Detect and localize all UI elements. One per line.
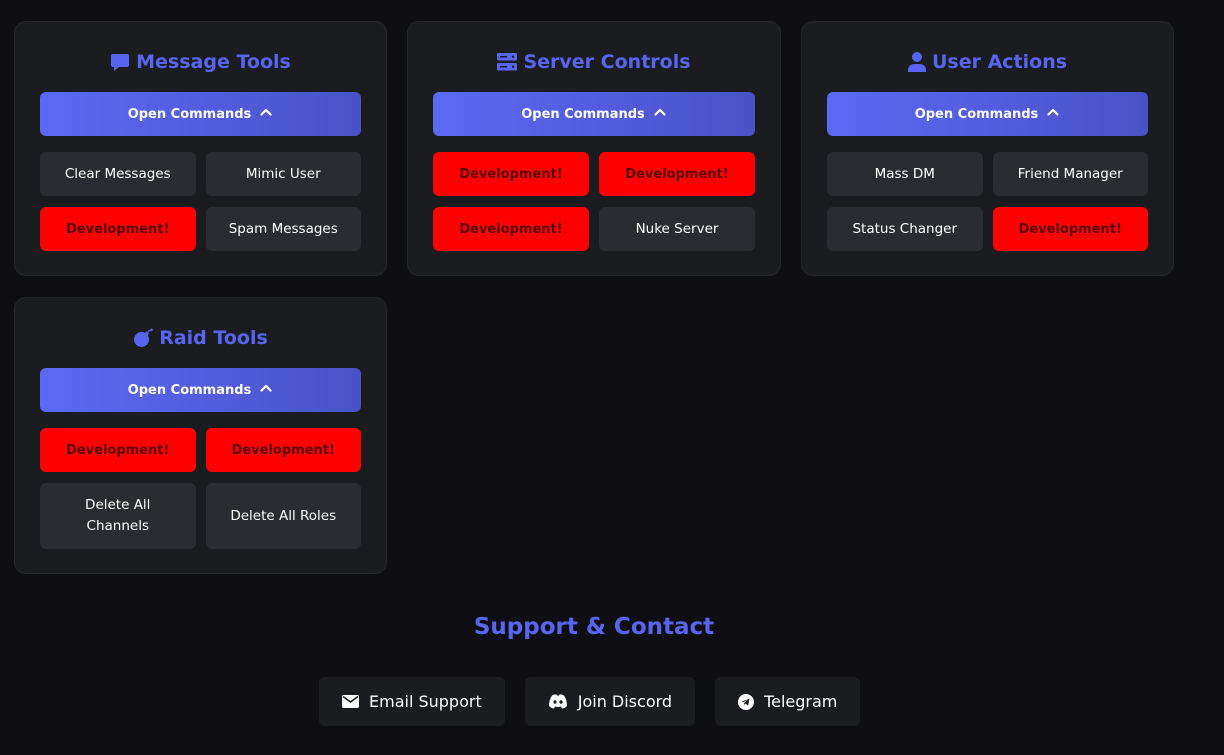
development-button[interactable]: Development! (40, 428, 196, 472)
email-support-label: Email Support (369, 692, 482, 711)
support-title: Support & Contact (473, 614, 715, 640)
chevron-up-icon (1046, 105, 1060, 123)
card-title-text: User Actions (931, 51, 1068, 73)
bomb-icon (133, 328, 154, 348)
chevron-up-icon (653, 105, 667, 123)
delete-all-channels-button[interactable]: Delete All Channels (40, 483, 196, 549)
card-title: Server Controls (433, 48, 755, 76)
telegram-button[interactable]: Telegram (715, 677, 861, 726)
command-list: Development! Development! Development! N… (433, 152, 755, 251)
card-title-text: Raid Tools (159, 327, 268, 349)
open-commands-label: Open Commands (521, 106, 645, 122)
tools-grid: Message Tools Open Commands Clear Messag… (14, 21, 1174, 574)
contact-buttons: Email Support Join Discord Telegram (319, 677, 861, 726)
chevron-up-icon (259, 381, 273, 399)
status-changer-button[interactable]: Status Changer (827, 207, 983, 251)
command-list: Clear Messages Mimic User Development! S… (40, 152, 361, 251)
user-icon (907, 52, 926, 72)
nuke-server-button[interactable]: Nuke Server (599, 207, 755, 251)
development-button[interactable]: Development! (433, 207, 589, 251)
server-icon (497, 53, 518, 71)
telegram-label: Telegram (764, 692, 838, 711)
spam-messages-button[interactable]: Spam Messages (205, 207, 361, 251)
card-server-controls: Server Controls Open Commands Developmen… (407, 21, 781, 276)
open-commands-button[interactable]: Open Commands (433, 92, 755, 136)
join-discord-label: Join Discord (577, 692, 673, 711)
card-title-text: Server Controls (523, 51, 691, 73)
email-support-button[interactable]: Email Support (319, 677, 505, 726)
development-button[interactable]: Development! (992, 207, 1148, 251)
development-button[interactable]: Development! (599, 152, 755, 196)
card-title-text: Message Tools (136, 51, 291, 73)
development-button[interactable]: Development! (205, 428, 361, 472)
command-list: Development! Development! Delete All Cha… (40, 428, 361, 549)
card-user-actions: User Actions Open Commands Mass DM Frien… (801, 21, 1174, 276)
open-commands-label: Open Commands (127, 382, 252, 398)
delete-all-roles-button[interactable]: Delete All Roles (205, 483, 361, 549)
open-commands-button[interactable]: Open Commands (40, 368, 361, 412)
development-button[interactable]: Development! (40, 207, 196, 251)
mass-dm-button[interactable]: Mass DM (827, 152, 983, 196)
envelope-icon (342, 695, 359, 708)
open-commands-button[interactable]: Open Commands (40, 92, 361, 136)
open-commands-label: Open Commands (914, 106, 1039, 122)
open-commands-button[interactable]: Open Commands (827, 92, 1148, 136)
card-title: Message Tools (40, 48, 361, 76)
message-icon (110, 52, 130, 72)
join-discord-button[interactable]: Join Discord (524, 677, 696, 726)
card-raid-tools: Raid Tools Open Commands Development! De… (14, 297, 387, 574)
clear-messages-button[interactable]: Clear Messages (40, 152, 196, 196)
friend-manager-button[interactable]: Friend Manager (992, 152, 1148, 196)
card-title: User Actions (827, 48, 1148, 76)
card-title: Raid Tools (40, 324, 361, 352)
card-message-tools: Message Tools Open Commands Clear Messag… (14, 21, 387, 276)
open-commands-label: Open Commands (127, 106, 252, 122)
command-list: Mass DM Friend Manager Status Changer De… (827, 152, 1148, 251)
chevron-up-icon (259, 105, 273, 123)
mimic-user-button[interactable]: Mimic User (205, 152, 361, 196)
telegram-icon (738, 693, 755, 710)
discord-icon (548, 694, 568, 709)
development-button[interactable]: Development! (433, 152, 589, 196)
